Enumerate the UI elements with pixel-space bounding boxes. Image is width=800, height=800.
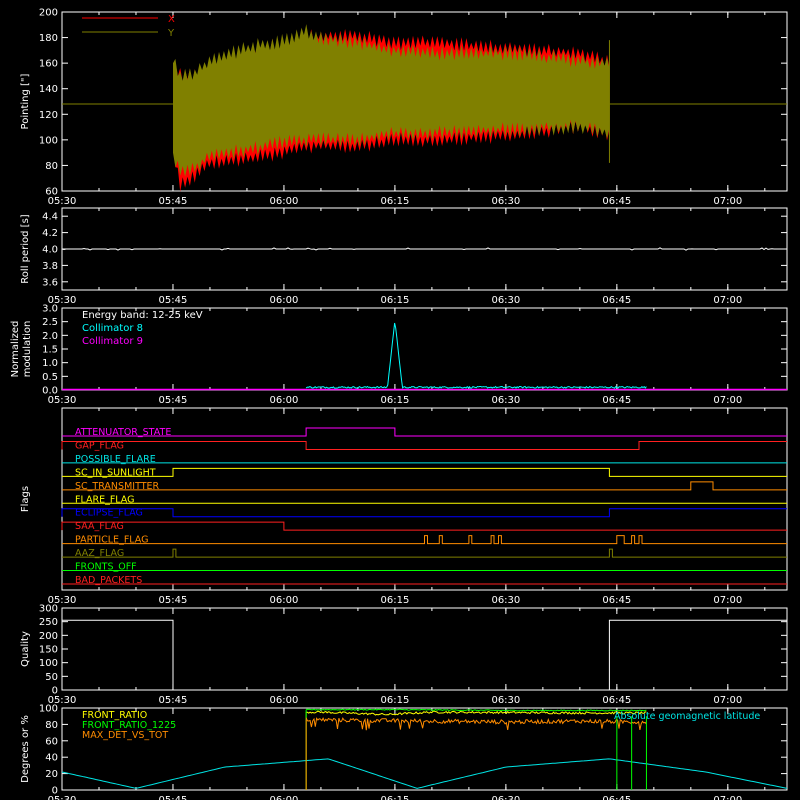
flag-label-eclipse-flag: ECLIPSE_FLAG [75,508,143,519]
y-tick-label: 60 [45,187,58,198]
x-tick-label: 06:30 [491,295,520,306]
y-tick-label: 3.8 [42,261,58,272]
x-tick-label: 05:45 [159,196,188,207]
y-axis-label: Quality [20,631,31,667]
x-tick-label: 07:00 [713,395,742,406]
legend-max-det-vs-tot: MAX_DET_VS_TOT [82,730,168,741]
y-tick-label: 1.0 [42,358,58,369]
y-tick-label: 60 [45,736,58,747]
y-tick-label: 140 [39,84,58,95]
y-axis-label: Normalizedmodulation [10,321,33,378]
y-tick-label: 4.4 [42,212,58,223]
y-tick-label: 40 [45,753,58,764]
x-tick-label: 07:00 [713,695,742,706]
x-tick-label: 06:30 [491,695,520,706]
y-tick-label: 0.0 [42,386,58,397]
x-tick-label: 06:45 [602,395,631,406]
y-tick-label: 50 [45,672,58,683]
legend-collimator-8: Collimator 8 [82,323,143,334]
x-tick-label: 05:45 [159,695,188,706]
x-tick-label: 06:45 [602,196,631,207]
y-tick-label: 250 [39,617,58,628]
flag-label-fronts-off: FRONTS_OFF [75,562,137,573]
y-tick-label: 160 [39,59,58,70]
flag-label-bad-packets: BAD_PACKETS [75,575,142,586]
flag-label-possible-flare: POSSIBLE_FLARE [75,454,156,465]
y-axis-label: Flags [20,486,31,512]
y-axis-label: Pointing ["] [20,73,31,129]
x-tick-label: 05:45 [159,595,188,606]
flag-label-attenuator-state: ATTENUATOR_STATE [75,427,171,438]
y-tick-label: 3.6 [42,277,58,288]
y-tick-label: 0 [52,786,58,797]
telemetry-figure: 05:30 05:45 06:00 06:15 06:30 06:45 07:00 60 80 1… [0,0,800,800]
flag-label-flare-flag: FLARE_FLAG [75,494,135,505]
y-tick-label: 2.0 [42,331,58,342]
x-tick-label: 05:30 [48,395,77,406]
energy-band-label: Energy band: 12-25 keV [82,310,203,321]
x-tick-label: 06:45 [602,295,631,306]
y-tick-label: 0.5 [42,372,58,383]
y-tick-label: 2.5 [42,317,58,328]
x-tick-label: 06:15 [380,695,409,706]
y-tick-label: 200 [39,8,58,19]
y-tick-label: 300 [39,604,58,615]
x-tick-label: 06:15 [380,595,409,606]
x-tick-label: 06:30 [491,196,520,207]
x-tick-label: 07:00 [713,795,742,800]
x-tick-label: 06:00 [270,295,299,306]
x-tick-label: 07:00 [713,595,742,606]
y-tick-label: 120 [39,110,58,121]
legend-geomagnetic-latitude: Absolute geomagnetic latitude [614,711,760,722]
y-tick-label: 1.5 [42,345,58,356]
flag-label-sc-in-sunlight: SC_IN_SUNLIGHT [75,467,156,478]
x-tick-label: 06:30 [491,395,520,406]
legend-label-x: X [168,14,175,25]
x-tick-label: 05:45 [159,295,188,306]
x-tick-label: 05:45 [159,395,188,406]
x-tick-label: 06:45 [602,795,631,800]
legend-label-y: Y [167,28,175,39]
x-tick-label: 06:30 [491,795,520,800]
legend-collimator-9: Collimator 9 [82,336,143,347]
y-tick-label: 100 [39,704,58,715]
x-tick-label: 05:45 [159,795,188,800]
flag-label-gap-flag: GAP_FLAG [75,440,124,451]
y-tick-label: 4.2 [42,228,58,239]
x-tick-label: 06:00 [270,595,299,606]
x-tick-label: 07:00 [713,196,742,207]
y-tick-label: 200 [39,631,58,642]
y-tick-label: 150 [39,645,58,656]
x-tick-label: 06:45 [602,595,631,606]
x-tick-label: 06:15 [380,196,409,207]
x-tick-label: 06:15 [380,295,409,306]
x-tick-label: 05:30 [48,196,77,207]
y-tick-label: 3.0 [42,304,58,315]
flag-label-aaz-flag: AAZ_FLAG [75,548,124,559]
x-tick-label: 06:00 [270,695,299,706]
flag-label-particle-flag: PARTICLE_FLAG [75,535,148,546]
y-axis-label: Degrees or % [20,715,31,783]
x-tick-label: 06:15 [380,395,409,406]
x-tick-label: 06:00 [270,395,299,406]
x-tick-label: 06:00 [270,196,299,207]
x-tick-label: 06:15 [380,795,409,800]
y-tick-label: 80 [45,720,58,731]
flag-label-saa-flag: SAA_FLAG [75,521,124,532]
x-tick-label: 07:00 [713,295,742,306]
x-tick-label: 06:30 [491,595,520,606]
x-tick-label: 06:45 [602,695,631,706]
y-tick-label: 180 [39,33,58,44]
y-tick-label: 100 [39,658,58,669]
y-axis-label: Roll period [s] [20,214,31,283]
x-tick-label: 06:00 [270,795,299,800]
y-tick-label: 80 [45,161,58,172]
y-tick-label: 4.0 [42,245,58,256]
y-tick-label: 20 [45,769,58,780]
y-tick-label: 100 [39,135,58,146]
flag-label-sc-transmitter: SC_TRANSMITTER [75,481,160,492]
y-tick-label: 0 [52,686,58,697]
